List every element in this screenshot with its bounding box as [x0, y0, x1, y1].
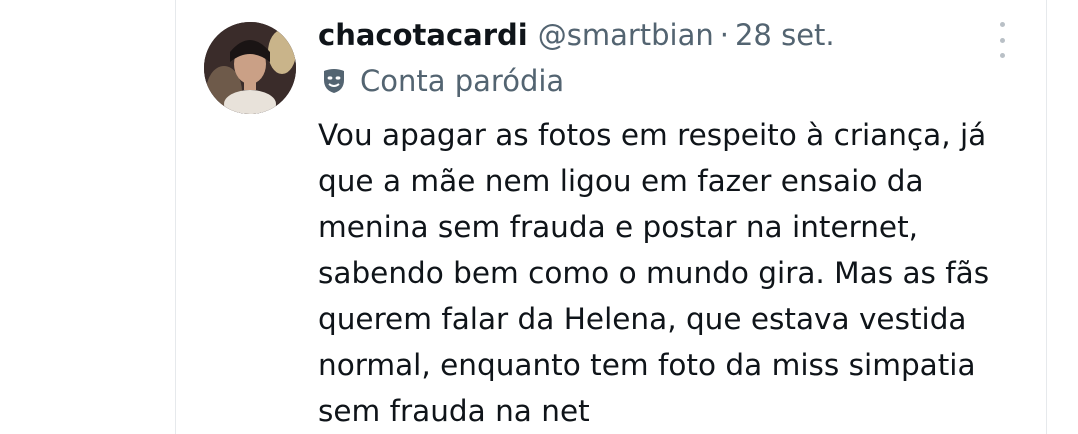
tweet-date[interactable]: 28 set. — [735, 18, 835, 52]
avatar-image — [204, 22, 296, 114]
avatar[interactable] — [204, 22, 296, 114]
tweet-text-line: sem frauda na net — [318, 394, 590, 428]
tweet-text-line: sabendo bem como o mundo gira. Mas as fã… — [318, 256, 990, 290]
tweet-text-line: Vou apagar as fotos em respeito à crianç… — [318, 118, 987, 152]
tweet-text-line: que a mãe nem ligou em fazer ensaio da — [318, 164, 924, 198]
tweet-text-line: menina sem frauda e postar na internet, — [318, 210, 919, 244]
tweet-text-line: normal, enquanto tem foto da miss simpat… — [318, 348, 976, 382]
tweet-text-line: querem falar da Helena, que estava vesti… — [318, 302, 967, 336]
tweet-header: chacotacardi @smartbian · 28 set. — [318, 18, 835, 52]
parody-mask-icon — [324, 69, 344, 93]
parody-label-row: Conta paródia — [322, 64, 564, 98]
more-options-icon[interactable] — [992, 22, 1012, 58]
separator-dot: · — [719, 18, 729, 52]
user-handle[interactable]: @smartbian — [538, 18, 714, 52]
tweet-card[interactable]: chacotacardi @smartbian · 28 set. Conta … — [175, 0, 1047, 434]
tweet-text: Vou apagar as fotos em respeito à crianç… — [318, 112, 1018, 434]
display-name[interactable]: chacotacardi — [318, 18, 528, 52]
parody-account-label: Conta paródia — [360, 64, 565, 98]
